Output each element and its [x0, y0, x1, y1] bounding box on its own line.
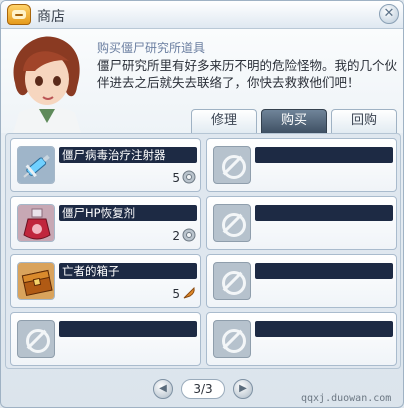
empty-name-bar: [255, 147, 393, 163]
pagination: ◀ 3/3 ▶: [151, 377, 255, 401]
page-indicator: 3/3: [181, 379, 225, 399]
shop-icon: [7, 4, 31, 25]
empty-item-slot: [206, 196, 397, 250]
empty-slot-icon: [213, 146, 251, 184]
chevron-left-icon: ◀: [159, 383, 167, 394]
potion-icon: [17, 204, 55, 242]
close-button[interactable]: ✕: [379, 4, 399, 24]
tab-buyback[interactable]: 回购: [331, 109, 397, 133]
gear-coin-icon: [182, 228, 196, 242]
empty-name-bar: [255, 263, 393, 279]
dialog-text: 僵尸研究所里有好多来历不明的危险怪物。我的几个伙伴进去之后就失去联络了，你快去救…: [97, 58, 398, 90]
chest-icon: [17, 262, 55, 300]
next-page-button[interactable]: ▶: [233, 379, 253, 399]
empty-item-slot: [206, 138, 397, 192]
empty-item-slot: [206, 254, 397, 308]
npc-portrait-art: [13, 36, 81, 133]
site-watermark: qqxj.duowan.com: [301, 393, 392, 404]
item-slot[interactable]: 亡者的箱子 5: [10, 254, 201, 308]
prev-page-button[interactable]: ◀: [153, 379, 173, 399]
empty-item-slot: [10, 312, 201, 366]
empty-slot-icon: [213, 204, 251, 242]
empty-slot-icon: [213, 320, 251, 358]
npc-portrait: [5, 31, 87, 133]
window-title: 商店: [37, 9, 65, 25]
item-name: 亡者的箱子: [59, 263, 197, 279]
shop-window: 商店 ✕ 购买僵尸研究所道具 僵尸研究所里有好多来历不明的危险怪物。我的几个伙伴…: [0, 0, 404, 408]
dialog-title: 购买僵尸研究所道具: [97, 41, 206, 55]
feather-icon: [183, 286, 195, 299]
gear-coin-icon: [182, 170, 196, 184]
item-name: 僵尸HP恢复剂: [59, 205, 197, 221]
chevron-right-icon: ▶: [239, 383, 247, 394]
item-price: 5: [172, 287, 180, 301]
item-slot[interactable]: 僵尸病毒治疗注射器 5: [10, 138, 201, 192]
tab-buy[interactable]: 购买: [261, 109, 327, 133]
close-icon: ✕: [383, 6, 395, 21]
syringe-icon: [17, 146, 55, 184]
item-grid: 僵尸病毒治疗注射器 5 僵尸HP恢复剂 2 亡者的箱子 5: [5, 133, 401, 369]
empty-slot-icon: [213, 262, 251, 300]
empty-name-bar: [59, 321, 197, 337]
shop-tabs: 修理 购买 回购: [191, 109, 397, 133]
empty-slot-icon: [17, 320, 55, 358]
item-slot[interactable]: 僵尸HP恢复剂 2: [10, 196, 201, 250]
tab-repair[interactable]: 修理: [191, 109, 257, 133]
title-bar: 商店 ✕: [1, 1, 403, 29]
empty-name-bar: [255, 205, 393, 221]
empty-name-bar: [255, 321, 393, 337]
item-price: 5: [172, 171, 180, 185]
empty-item-slot: [206, 312, 397, 366]
item-price: 2: [172, 229, 180, 243]
item-name: 僵尸病毒治疗注射器: [59, 147, 197, 163]
